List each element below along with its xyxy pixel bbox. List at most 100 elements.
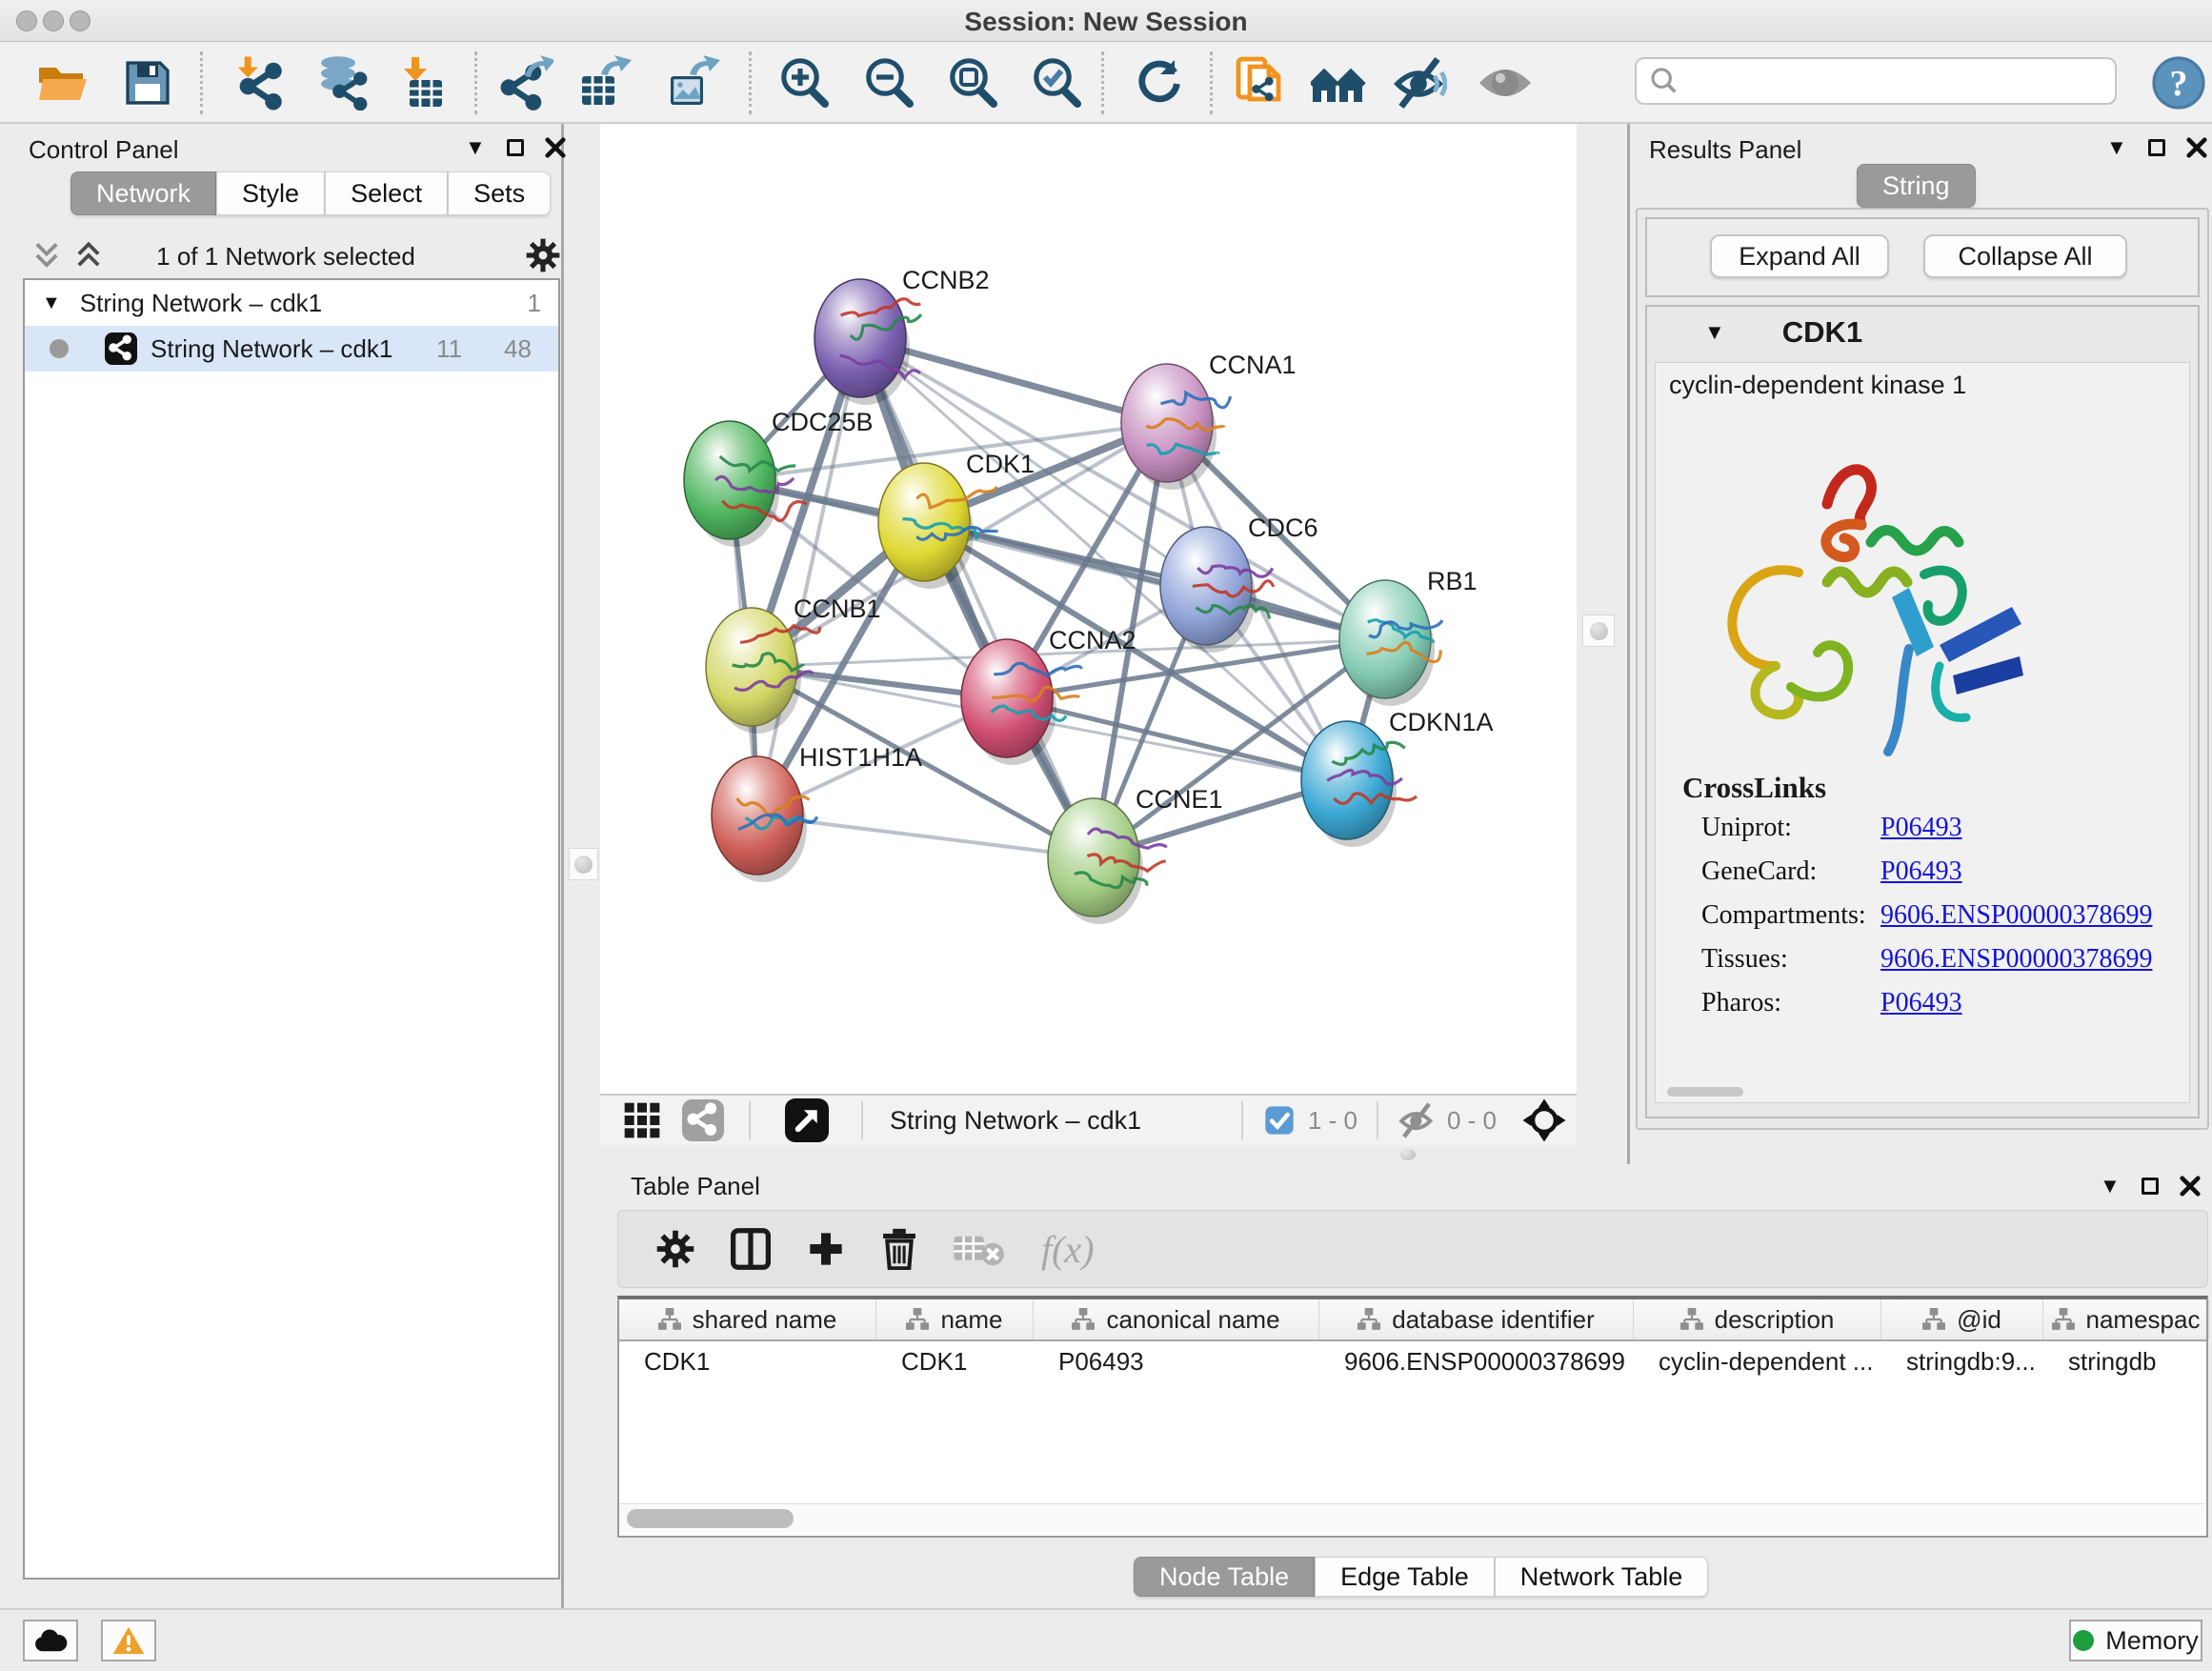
crosslink-link[interactable]: P06493 <box>1880 856 1962 887</box>
import-table-file-icon[interactable] <box>396 55 452 111</box>
import-network-database-icon[interactable] <box>315 55 371 111</box>
show-all-icon[interactable] <box>1478 55 1533 111</box>
table-panel-menu-icon[interactable]: ▼ <box>2100 1176 2121 1197</box>
selected-checkbox-icon[interactable] <box>1264 1105 1295 1136</box>
tab-style[interactable]: Style <box>216 171 325 215</box>
node-CCNB2[interactable]: CCNB2 <box>814 266 990 405</box>
results-panel-float-icon[interactable] <box>2148 139 2165 156</box>
hide-selected-icon[interactable] <box>1392 55 1447 111</box>
column-header-namespac[interactable]: namespac <box>2043 1299 2209 1339</box>
zoom-in-icon[interactable] <box>776 55 832 111</box>
node-CDC25B[interactable]: CDC25B <box>684 408 874 547</box>
open-session-icon[interactable] <box>35 55 90 111</box>
delete-table-icon[interactable] <box>954 1232 1005 1266</box>
column-header-database-identifier[interactable]: database identifier <box>1319 1299 1634 1339</box>
results-panel-close-icon[interactable] <box>2186 137 2207 158</box>
expand-all-button[interactable]: Expand All <box>1710 234 1889 278</box>
network-collection-row[interactable]: ▼ String Network – cdk1 1 <box>25 280 558 326</box>
birdseye-view-icon[interactable] <box>785 1098 829 1142</box>
export-network-icon[interactable] <box>498 55 553 111</box>
fit-content-crosshair-icon[interactable] <box>1521 1097 1567 1143</box>
crosslink-link[interactable]: 9606.ENSP00000378699 <box>1880 900 2152 931</box>
node-CDK1[interactable]: CDK1 <box>878 450 1035 589</box>
node-HIST1H1A[interactable]: HIST1H1A <box>712 743 922 882</box>
node-CDKN1A[interactable]: CDKN1A <box>1301 708 1494 847</box>
control-panel-float-icon[interactable] <box>507 139 524 156</box>
network-edge-count: 48 <box>504 334 532 364</box>
clone-network-icon[interactable] <box>1235 55 1290 111</box>
collapse-all-icon[interactable] <box>32 240 61 271</box>
tab-network-table[interactable]: Network Table <box>1495 1557 1709 1597</box>
network-view-icon[interactable] <box>682 1099 724 1141</box>
export-image-icon[interactable] <box>667 55 722 111</box>
export-table-icon[interactable] <box>578 55 633 111</box>
column-header-shared-name[interactable]: shared name <box>619 1299 876 1339</box>
node-CCNB1[interactable]: CCNB1 <box>706 594 881 734</box>
tab-string[interactable]: String <box>1857 164 1976 208</box>
right-splitter[interactable] <box>1577 124 1627 1094</box>
node-CCNA2[interactable]: CCNA2 <box>961 626 1136 765</box>
expand-all-icon[interactable] <box>74 240 103 271</box>
column-header-@id[interactable]: @id <box>1881 1299 2043 1339</box>
toolbar-search[interactable] <box>1635 57 2117 105</box>
tab-select[interactable]: Select <box>325 171 448 215</box>
column-header-canonical-name[interactable]: canonical name <box>1034 1299 1319 1339</box>
edge-CCNB2-CCNE1[interactable] <box>860 338 1094 857</box>
table-panel-title: Table Panel <box>631 1172 760 1201</box>
tab-network[interactable]: Network <box>70 171 216 215</box>
control-panel-menu-icon[interactable]: ▼ <box>465 137 486 158</box>
zoom-out-icon[interactable] <box>861 55 916 111</box>
search-input[interactable] <box>1680 67 2100 96</box>
home-icon[interactable] <box>1311 55 1366 111</box>
memory-button[interactable]: Memory <box>2069 1620 2202 1661</box>
network-graph[interactable]: CCNB2 CCNA1 CDC25BCDK1 CDC6RB1 CCNB1 CCNA2 CDK… <box>600 124 1577 1094</box>
right-splitter-grip[interactable] <box>1582 614 1615 647</box>
add-column-icon[interactable] <box>807 1230 845 1268</box>
import-network-file-icon[interactable] <box>231 55 287 111</box>
network-current-dot-icon <box>50 339 69 358</box>
table-row[interactable]: CDK1CDK1P064939606.ENSP00000378699cyclin… <box>619 1341 2206 1381</box>
collapse-all-button[interactable]: Collapse All <box>1923 234 2127 278</box>
collection-expander-icon[interactable]: ▼ <box>42 293 61 312</box>
crosslink-link[interactable]: P06493 <box>1880 813 1962 843</box>
node-CDC6[interactable]: CDC6 <box>1160 513 1318 653</box>
delete-column-icon[interactable] <box>881 1228 917 1270</box>
gene-expander-icon[interactable]: ▼ <box>1704 322 1725 343</box>
network-canvas[interactable]: CCNB2 CCNA1 CDC25BCDK1 CDC6RB1 CCNB1 CCNA2 CDK… <box>600 124 1577 1094</box>
crosslink-link[interactable]: P06493 <box>1880 988 1962 1018</box>
help-icon[interactable]: ? <box>2151 55 2206 111</box>
results-panel-menu-icon[interactable]: ▼ <box>2106 137 2127 158</box>
horizontal-splitter-grip[interactable] <box>1400 1149 1416 1160</box>
network-row[interactable]: String Network – cdk1 11 48 <box>25 326 558 372</box>
tab-node-table[interactable]: Node Table <box>1134 1557 1315 1597</box>
expand-collapse-box: Expand All Collapse All <box>1645 217 2200 297</box>
warning-button[interactable] <box>101 1620 156 1661</box>
control-panel-close-icon[interactable] <box>545 137 566 158</box>
node-CCNE1[interactable]: CCNE1 <box>1048 785 1223 924</box>
table-hscrollbar-thumb[interactable] <box>627 1509 794 1528</box>
tab-edge-table[interactable]: Edge Table <box>1315 1557 1495 1597</box>
refresh-layout-icon[interactable] <box>1131 55 1186 111</box>
node-RB1[interactable]: RB1 <box>1339 567 1478 706</box>
node-CCNA1[interactable]: CCNA1 <box>1121 351 1297 490</box>
show-columns-icon[interactable] <box>731 1228 771 1270</box>
cloud-button[interactable] <box>23 1620 78 1661</box>
left-splitter[interactable] <box>567 124 600 1094</box>
tab-sets[interactable]: Sets <box>448 171 551 215</box>
table-settings-gear-icon[interactable] <box>656 1230 694 1268</box>
table-hscrollbar[interactable] <box>619 1503 2204 1532</box>
network-options-gear-icon[interactable] <box>526 238 560 272</box>
grid-view-icon[interactable] <box>623 1101 661 1139</box>
table-panel-float-icon[interactable] <box>2142 1178 2159 1195</box>
save-session-icon[interactable] <box>120 55 175 111</box>
table-panel-close-icon[interactable] <box>2180 1176 2201 1197</box>
gene-card-hscrollbar[interactable] <box>1667 1087 1743 1097</box>
crosslink-row: Pharos:P06493 <box>1656 988 2189 1032</box>
crosslink-link[interactable]: 9606.ENSP00000378699 <box>1880 944 2152 975</box>
zoom-fit-icon[interactable] <box>945 55 1000 111</box>
column-header-name[interactable]: name <box>876 1299 1034 1339</box>
left-splitter-grip[interactable] <box>569 848 598 880</box>
column-header-description[interactable]: description <box>1634 1299 1881 1339</box>
gene-header[interactable]: ▼ CDK1 <box>1647 307 2198 358</box>
zoom-selected-icon[interactable] <box>1029 55 1084 111</box>
